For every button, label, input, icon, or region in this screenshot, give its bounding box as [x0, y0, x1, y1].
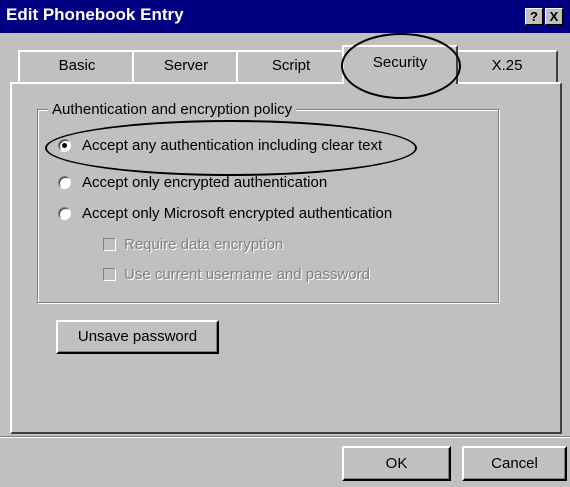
group-label: Authentication and encryption policy	[48, 101, 297, 118]
close-button[interactable]: X	[545, 8, 563, 25]
tab-security[interactable]: Security	[342, 45, 458, 84]
tab-x25[interactable]: X.25	[456, 50, 558, 82]
security-tab-page	[10, 82, 562, 434]
help-button[interactable]: ?	[525, 8, 543, 25]
tab-basic[interactable]: Basic	[18, 50, 136, 82]
bottom-separator	[0, 436, 570, 438]
radio-accept-any[interactable]	[58, 139, 71, 152]
tab-script[interactable]: Script	[236, 50, 346, 82]
window-title: Edit Phonebook Entry	[6, 5, 184, 24]
unsave-password-button[interactable]: Unsave password	[56, 320, 219, 354]
tab-server[interactable]: Server	[132, 50, 240, 82]
radio-accept-encrypted[interactable]	[58, 176, 71, 189]
radio-accept-microsoft[interactable]	[58, 207, 71, 220]
checkbox-require-encryption[interactable]	[103, 238, 116, 251]
checkbox-require-encryption-label: Require data encryption	[124, 236, 284, 253]
checkbox-use-current-credentials-label: Use current username and password	[124, 266, 370, 283]
cancel-button[interactable]: Cancel	[462, 446, 567, 481]
radio-selected-dot	[62, 143, 67, 148]
option-accept-encrypted-label[interactable]: Accept only encrypted authentication	[82, 174, 327, 191]
checkbox-use-current-credentials[interactable]	[103, 268, 116, 281]
option-accept-any-label[interactable]: Accept any authentication including clea…	[82, 137, 382, 154]
option-accept-microsoft-label[interactable]: Accept only Microsoft encrypted authenti…	[82, 205, 392, 222]
ok-button[interactable]: OK	[342, 446, 451, 481]
